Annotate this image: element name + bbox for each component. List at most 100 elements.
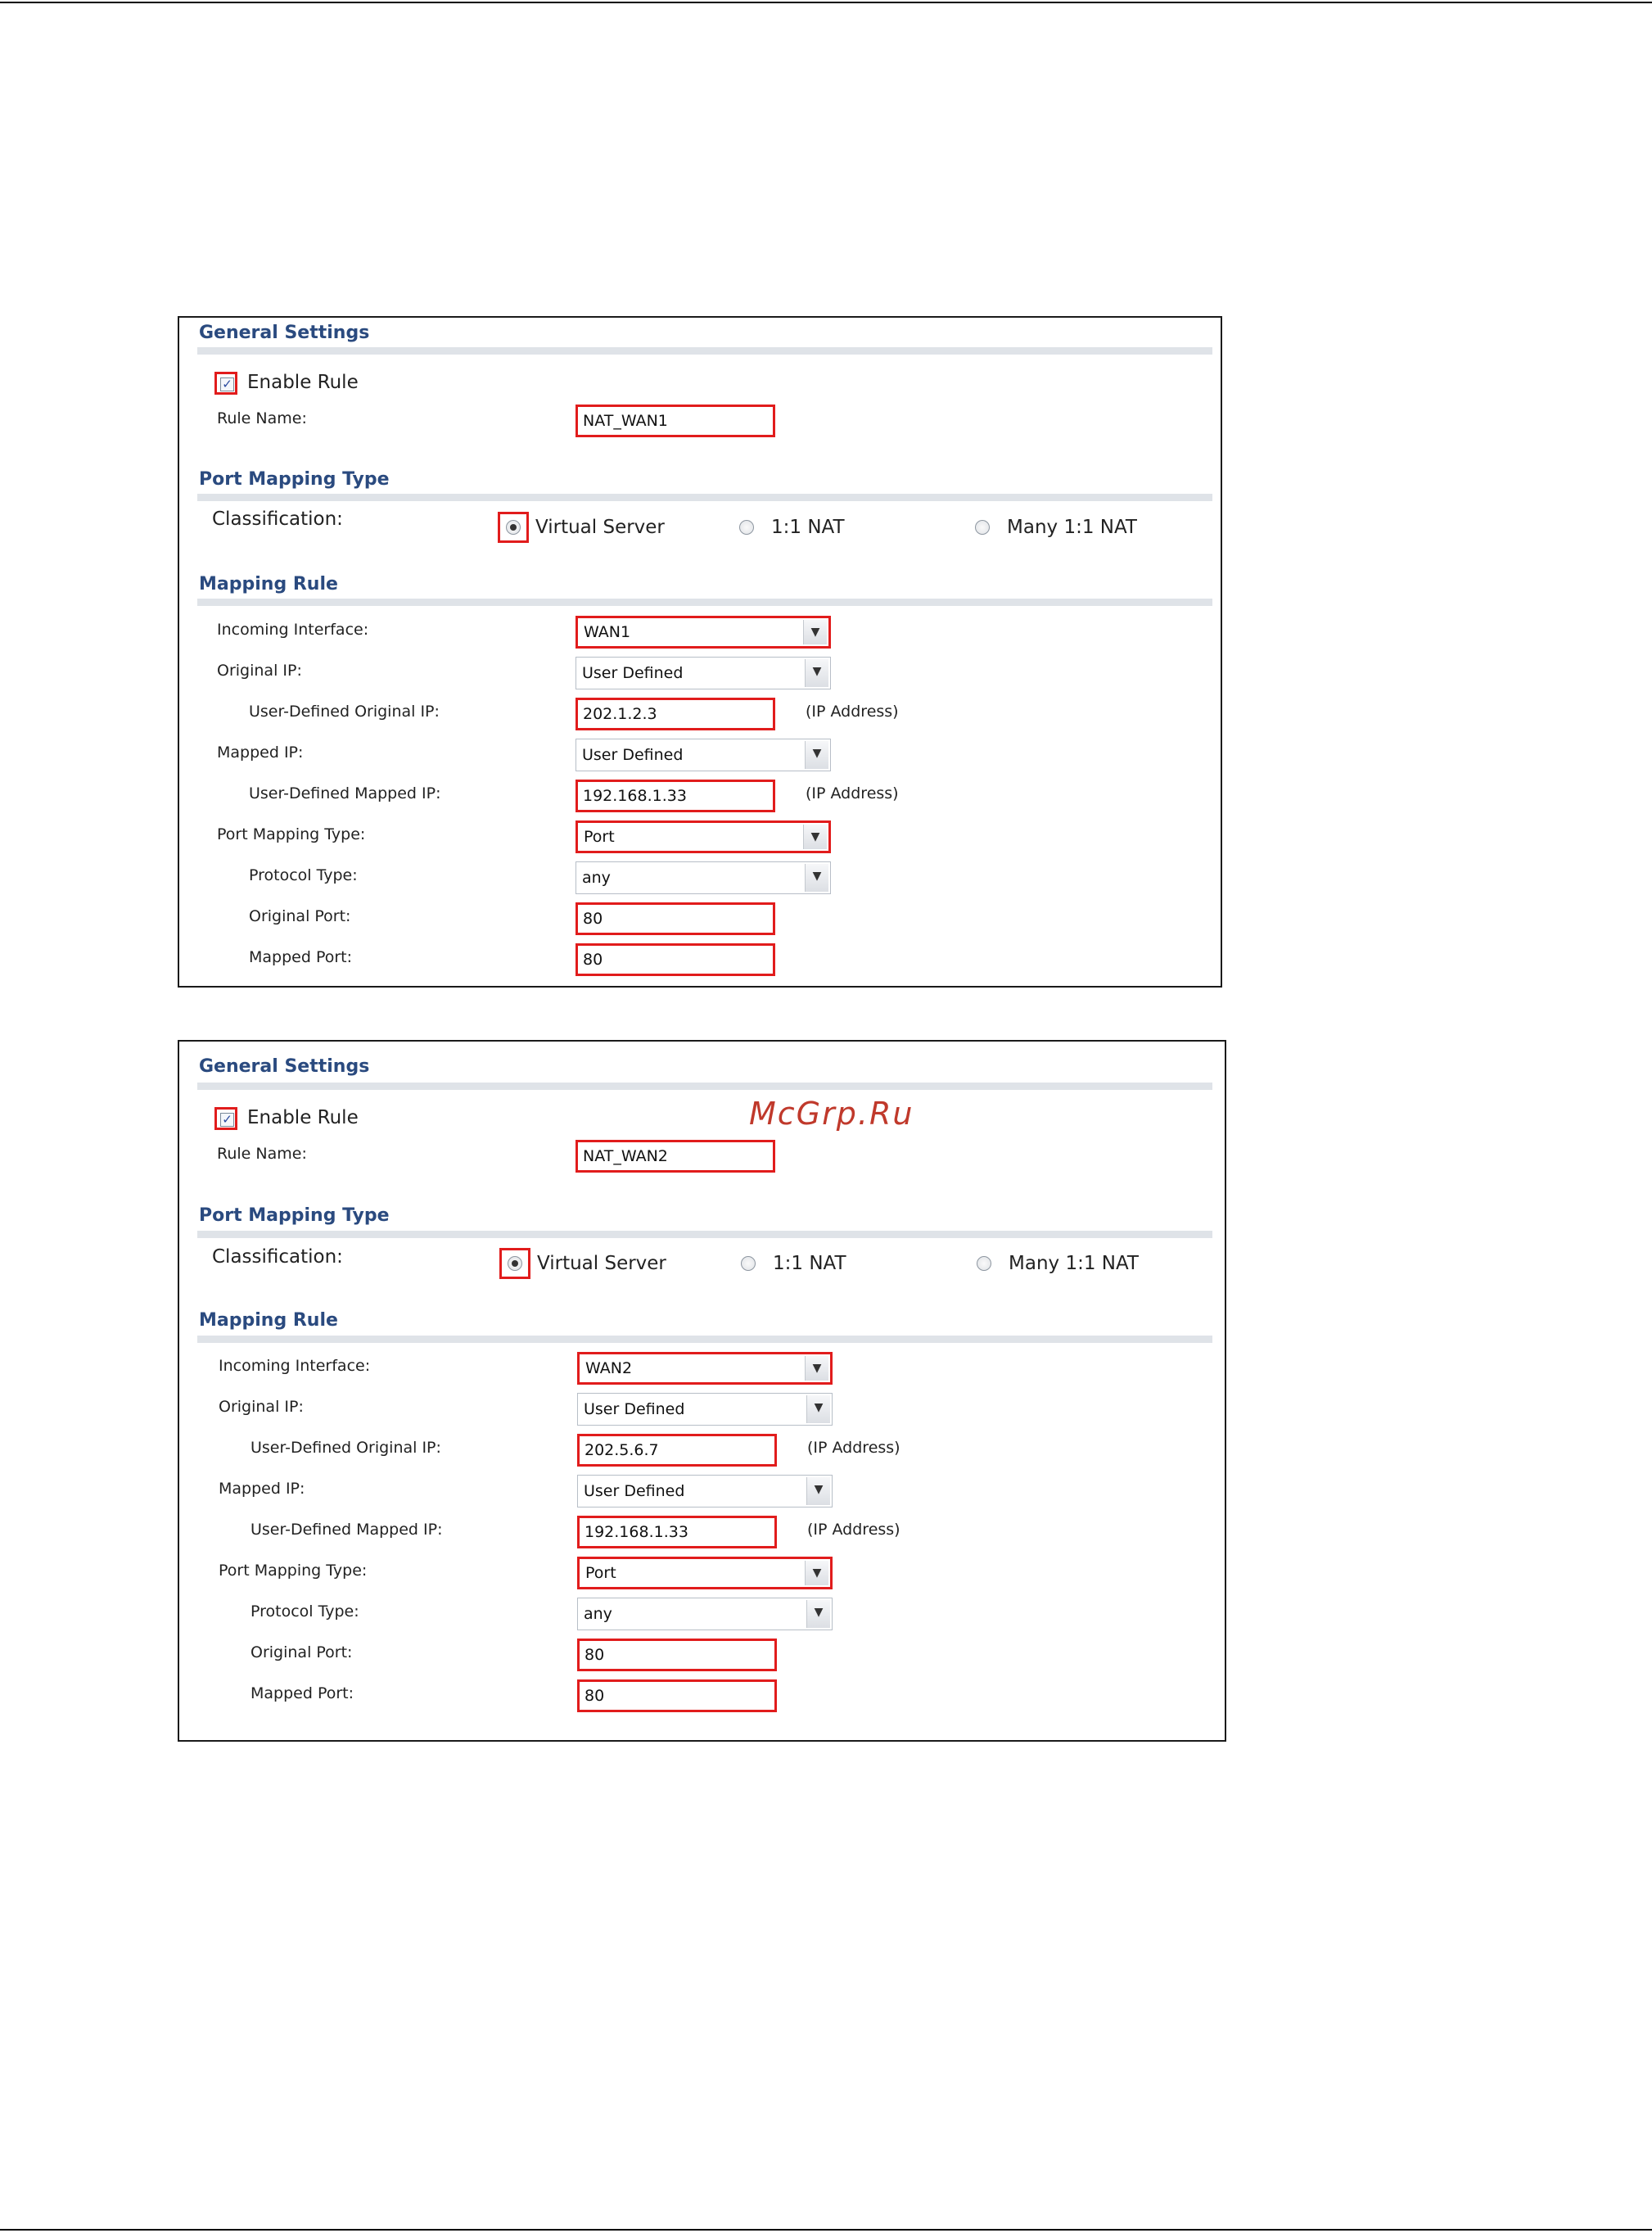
virtual-server-radio-highlight — [498, 512, 529, 543]
protocol-type-select[interactable]: any ▼ — [575, 861, 831, 894]
one-to-one-nat-radio[interactable] — [741, 1256, 756, 1271]
port-mapping-type-label: Port Mapping Type: — [217, 825, 366, 843]
original-ip-select[interactable]: User Defined ▼ — [577, 1393, 833, 1426]
incoming-interface-label: Incoming Interface: — [219, 1357, 371, 1375]
section-divider — [197, 1231, 1212, 1238]
virtual-server-radio[interactable] — [506, 520, 521, 535]
enable-rule-label: Enable Rule — [247, 372, 359, 393]
mapped-ip-select[interactable]: User Defined ▼ — [575, 739, 831, 771]
mapped-ip-label: Mapped IP: — [219, 1480, 305, 1498]
user-defined-mapped-ip-label: User-Defined Mapped IP: — [251, 1521, 443, 1539]
ip-address-hint: (IP Address) — [807, 1439, 900, 1457]
chevron-down-icon[interactable]: ▼ — [805, 741, 828, 769]
rule-name-label: Rule Name: — [217, 409, 307, 427]
general-settings-title: General Settings — [199, 1056, 370, 1077]
mapped-port-input[interactable]: 80 — [577, 1679, 777, 1712]
mapping-rule-title: Mapping Rule — [199, 1310, 338, 1331]
port-mapping-type-title: Port Mapping Type — [199, 1205, 390, 1226]
protocol-type-label: Protocol Type: — [251, 1602, 359, 1621]
nat-rule-panel-1: General Settings ✓ Enable Rule Rule Name… — [178, 316, 1222, 988]
rule-name-input[interactable]: NAT_WAN1 — [575, 405, 775, 437]
original-ip-value: User Defined — [582, 664, 684, 682]
virtual-server-radio[interactable] — [508, 1256, 522, 1271]
original-port-input[interactable]: 80 — [575, 902, 775, 935]
user-defined-original-ip-input[interactable]: 202.1.2.3 — [575, 698, 775, 730]
one-to-one-nat-label: 1:1 NAT — [771, 517, 845, 538]
port-mapping-type-title: Port Mapping Type — [199, 469, 390, 490]
mapped-ip-select[interactable]: User Defined ▼ — [577, 1475, 833, 1508]
protocol-type-value: any — [582, 869, 611, 887]
rule-name-input[interactable]: NAT_WAN2 — [575, 1140, 775, 1173]
user-defined-original-ip-label: User-Defined Original IP: — [249, 703, 440, 721]
top-page-rule — [0, 2, 1652, 3]
port-mapping-type-select[interactable]: Port ▼ — [577, 1557, 833, 1589]
incoming-interface-value: WAN1 — [584, 623, 631, 641]
ip-address-hint: (IP Address) — [806, 703, 899, 721]
watermark-text: McGrp.Ru — [749, 1096, 914, 1132]
section-divider — [197, 494, 1212, 501]
chevron-down-icon[interactable]: ▼ — [805, 659, 828, 687]
general-settings-title: General Settings — [199, 323, 370, 343]
virtual-server-label: Virtual Server — [535, 517, 665, 538]
chevron-down-icon[interactable]: ▼ — [803, 825, 827, 849]
port-mapping-type-label: Port Mapping Type: — [219, 1562, 368, 1580]
bottom-page-rule — [0, 2229, 1652, 2231]
many-one-to-one-nat-label: Many 1:1 NAT — [1009, 1253, 1139, 1274]
ip-address-hint: (IP Address) — [806, 784, 899, 802]
mapped-port-label: Mapped Port: — [249, 948, 353, 966]
mapped-port-label: Mapped Port: — [251, 1684, 354, 1702]
port-mapping-type-select[interactable]: Port ▼ — [575, 820, 831, 853]
mapping-rule-title: Mapping Rule — [199, 574, 338, 594]
mapped-ip-value: User Defined — [582, 746, 684, 764]
user-defined-original-ip-input[interactable]: 202.5.6.7 — [577, 1434, 777, 1467]
original-ip-label: Original IP: — [217, 662, 302, 680]
original-port-label: Original Port: — [249, 907, 351, 925]
virtual-server-radio-highlight — [499, 1248, 530, 1279]
virtual-server-label: Virtual Server — [537, 1253, 666, 1274]
chevron-down-icon[interactable]: ▼ — [805, 864, 828, 892]
original-port-label: Original Port: — [251, 1643, 353, 1661]
classification-label: Classification: — [212, 1246, 343, 1268]
user-defined-mapped-ip-label: User-Defined Mapped IP: — [249, 784, 441, 802]
one-to-one-nat-radio[interactable] — [739, 520, 754, 535]
section-divider — [197, 347, 1212, 355]
chevron-down-icon[interactable]: ▼ — [806, 1600, 830, 1628]
many-one-to-one-nat-radio[interactable] — [977, 1256, 991, 1271]
incoming-interface-select[interactable]: WAN1 ▼ — [575, 616, 831, 649]
classification-label: Classification: — [212, 509, 343, 530]
port-mapping-type-value: Port — [584, 828, 615, 846]
enable-rule-label: Enable Rule — [247, 1107, 359, 1128]
original-port-input[interactable]: 80 — [577, 1639, 777, 1671]
rule-name-label: Rule Name: — [217, 1145, 307, 1163]
section-divider — [197, 1336, 1212, 1343]
chevron-down-icon[interactable]: ▼ — [806, 1395, 830, 1423]
original-ip-select[interactable]: User Defined ▼ — [575, 657, 831, 689]
chevron-down-icon[interactable]: ▼ — [805, 1356, 828, 1381]
original-ip-value: User Defined — [584, 1400, 685, 1418]
mapped-ip-value: User Defined — [584, 1482, 685, 1500]
many-one-to-one-nat-radio[interactable] — [975, 520, 990, 535]
user-defined-original-ip-label: User-Defined Original IP: — [251, 1439, 441, 1457]
protocol-type-label: Protocol Type: — [249, 866, 358, 884]
one-to-one-nat-label: 1:1 NAT — [773, 1253, 846, 1274]
section-divider — [197, 1083, 1212, 1090]
enable-rule-checkbox[interactable]: ✓ — [214, 1107, 237, 1130]
user-defined-mapped-ip-input[interactable]: 192.168.1.33 — [577, 1516, 777, 1548]
mapped-ip-label: Mapped IP: — [217, 744, 304, 762]
mapped-port-input[interactable]: 80 — [575, 943, 775, 976]
enable-rule-checkbox[interactable]: ✓ — [214, 372, 237, 395]
incoming-interface-select[interactable]: WAN2 ▼ — [577, 1352, 833, 1385]
protocol-type-value: any — [584, 1605, 612, 1623]
chevron-down-icon[interactable]: ▼ — [805, 1561, 828, 1585]
chevron-down-icon[interactable]: ▼ — [803, 620, 827, 644]
section-divider — [197, 599, 1212, 606]
original-ip-label: Original IP: — [219, 1398, 304, 1416]
protocol-type-select[interactable]: any ▼ — [577, 1598, 833, 1630]
user-defined-mapped-ip-input[interactable]: 192.168.1.33 — [575, 780, 775, 812]
many-one-to-one-nat-label: Many 1:1 NAT — [1007, 517, 1137, 538]
port-mapping-type-value: Port — [585, 1564, 616, 1582]
incoming-interface-value: WAN2 — [585, 1359, 633, 1377]
ip-address-hint: (IP Address) — [807, 1521, 900, 1539]
checkmark-icon: ✓ — [220, 377, 234, 391]
chevron-down-icon[interactable]: ▼ — [806, 1477, 830, 1505]
